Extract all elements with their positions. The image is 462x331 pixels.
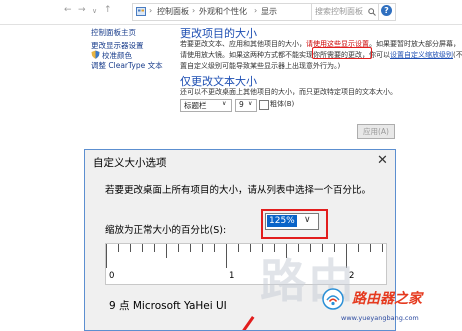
dialog-instruction: 若要更改桌面上所有项目的大小，请从列表中选择一个百分比。 — [105, 185, 372, 196]
control-panel-icon — [136, 7, 146, 16]
search-placeholder: 搜索控制面板 — [315, 7, 363, 16]
ruler-label-1: 1 — [229, 271, 235, 281]
sidebar-item-control-panel-home[interactable]: 控制面板主页 — [91, 27, 136, 38]
chevron-down-icon: ∨ — [304, 215, 311, 225]
font-sample-text: 9 点 Microsoft YaHei UI — [109, 300, 227, 312]
scale-percent-label: 缩放为正常大小的百分比(S): — [105, 225, 227, 236]
custom-scaling-link-highlight — [312, 47, 372, 59]
scale-percent-select[interactable]: 125% ∨ — [265, 213, 319, 230]
apply-button[interactable]: 应用(A) — [357, 124, 395, 139]
watermark-title: 路由器之家 — [352, 291, 422, 307]
custom-scaling-link[interactable]: 设置自定义缩放级别 — [390, 51, 453, 59]
bold-checkbox-label: 粗体(B) — [270, 100, 295, 108]
size-description-line: 置自定义级别可能导致某些显示器上出现意外行为。) — [180, 61, 395, 72]
text-size-description: 还可以不更改桌面上其他项目的大小，而只更改特定项目的文本大小。 — [180, 88, 397, 96]
up-icon[interactable]: ↑ — [104, 5, 112, 15]
history-dropdown-icon[interactable]: ∨ — [92, 7, 97, 15]
font-size-select[interactable]: 9 ∨ — [235, 99, 257, 112]
desc-text: (不建议。设 — [453, 51, 462, 59]
ruler-minor-tick — [214, 244, 215, 252]
close-icon[interactable]: ✕ — [377, 153, 388, 168]
ruler-label-0: 0 — [109, 271, 115, 281]
forward-icon[interactable]: → — [78, 5, 86, 15]
ruler-mid-tick — [166, 244, 167, 258]
ruler-major-tick — [106, 244, 107, 268]
text-item-select[interactable]: 标题栏 ∨ — [180, 99, 232, 112]
router-logo-icon — [322, 288, 344, 310]
breadcrumb-separator: › — [254, 6, 258, 15]
search-icon — [368, 8, 376, 16]
ruler-major-tick — [226, 244, 227, 268]
scale-percent-value: 125% — [267, 215, 297, 227]
ruler-minor-tick — [370, 244, 371, 252]
desc-text: 置自定义级别可能导致某些显示器上出现意外行为。) — [180, 62, 341, 70]
ruler-minor-tick — [118, 244, 119, 252]
breadcrumb-separator: › — [192, 6, 196, 15]
breadcrumb-item-control-panel[interactable]: 控制面板 — [157, 6, 189, 17]
ruler-minor-tick — [130, 244, 131, 252]
breadcrumb-separator: › — [149, 6, 153, 15]
breadcrumb-item-appearance[interactable]: 外观和个性化 — [199, 6, 247, 17]
sidebar-item-cleartype[interactable]: 调整 ClearType 文本 — [91, 60, 163, 71]
text-item-select-value: 标题栏 — [184, 101, 207, 110]
ruler-minor-tick — [154, 244, 155, 252]
watermark-url: www.yueyangbang.com — [341, 314, 419, 322]
desc-text: 若要更改文本、应用和其他项目的大小， — [180, 40, 306, 48]
breadcrumb-item-display[interactable]: 显示 — [261, 6, 277, 17]
ruler-minor-tick — [202, 244, 203, 252]
ruler-minor-tick — [190, 244, 191, 252]
ruler-minor-tick — [250, 244, 251, 252]
chevron-down-icon: ∨ — [222, 100, 227, 107]
chevron-down-icon: ∨ — [248, 100, 253, 107]
address-bar: ← → ∨ ↑ › 控制面板 › 外观和个性化 › 显示 搜索控制面板 ? — [0, 0, 462, 25]
ruler-minor-tick — [238, 244, 239, 252]
shield-icon — [91, 50, 100, 59]
ruler-minor-tick — [382, 244, 383, 252]
ruler-minor-tick — [178, 244, 179, 252]
back-icon[interactable]: ← — [64, 5, 72, 15]
control-panel-window: ← → ∨ ↑ › 控制面板 › 外观和个性化 › 显示 搜索控制面板 ? 控制… — [0, 0, 462, 150]
help-icon[interactable]: ? — [381, 5, 392, 16]
dialog-title: 自定义大小选项 — [93, 157, 167, 169]
font-size-select-value: 9 — [239, 100, 244, 109]
desc-text: 。如果要暂时放大部分屏幕， — [369, 40, 460, 48]
bold-checkbox[interactable] — [259, 100, 269, 110]
search-input[interactable]: 搜索控制面板 — [311, 3, 379, 21]
ruler-minor-tick — [142, 244, 143, 252]
ruler-minor-tick — [358, 244, 359, 252]
